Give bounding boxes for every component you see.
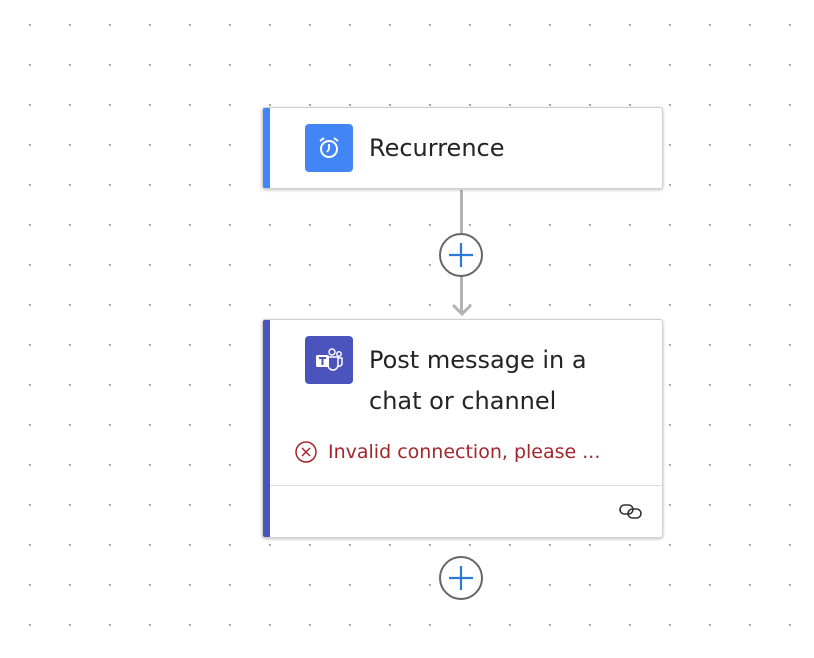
card-accent-bar: [263, 320, 270, 537]
alarm-clock-icon: [305, 124, 353, 172]
arrow-head-icon: [451, 303, 473, 317]
add-step-button[interactable]: [439, 556, 483, 600]
plus-icon: [449, 566, 473, 590]
card-divider: [270, 485, 662, 486]
link-icon[interactable]: [618, 502, 644, 520]
card-title-line-2: chat or channel: [369, 387, 557, 415]
add-step-button[interactable]: [439, 233, 483, 277]
card-title-line-1: Post message in a: [369, 346, 587, 374]
error-message: Invalid connection, please ...: [294, 440, 600, 464]
error-text: Invalid connection, please ...: [328, 441, 601, 463]
post-message-card[interactable]: Post message in a chat or channel Invali…: [262, 319, 663, 538]
recurrence-card[interactable]: Recurrence: [262, 107, 663, 189]
plus-icon: [449, 243, 473, 267]
error-circle-icon: [295, 441, 317, 463]
card-accent-bar: [263, 108, 270, 188]
teams-icon: [305, 336, 353, 384]
card-title: Recurrence: [369, 134, 505, 162]
